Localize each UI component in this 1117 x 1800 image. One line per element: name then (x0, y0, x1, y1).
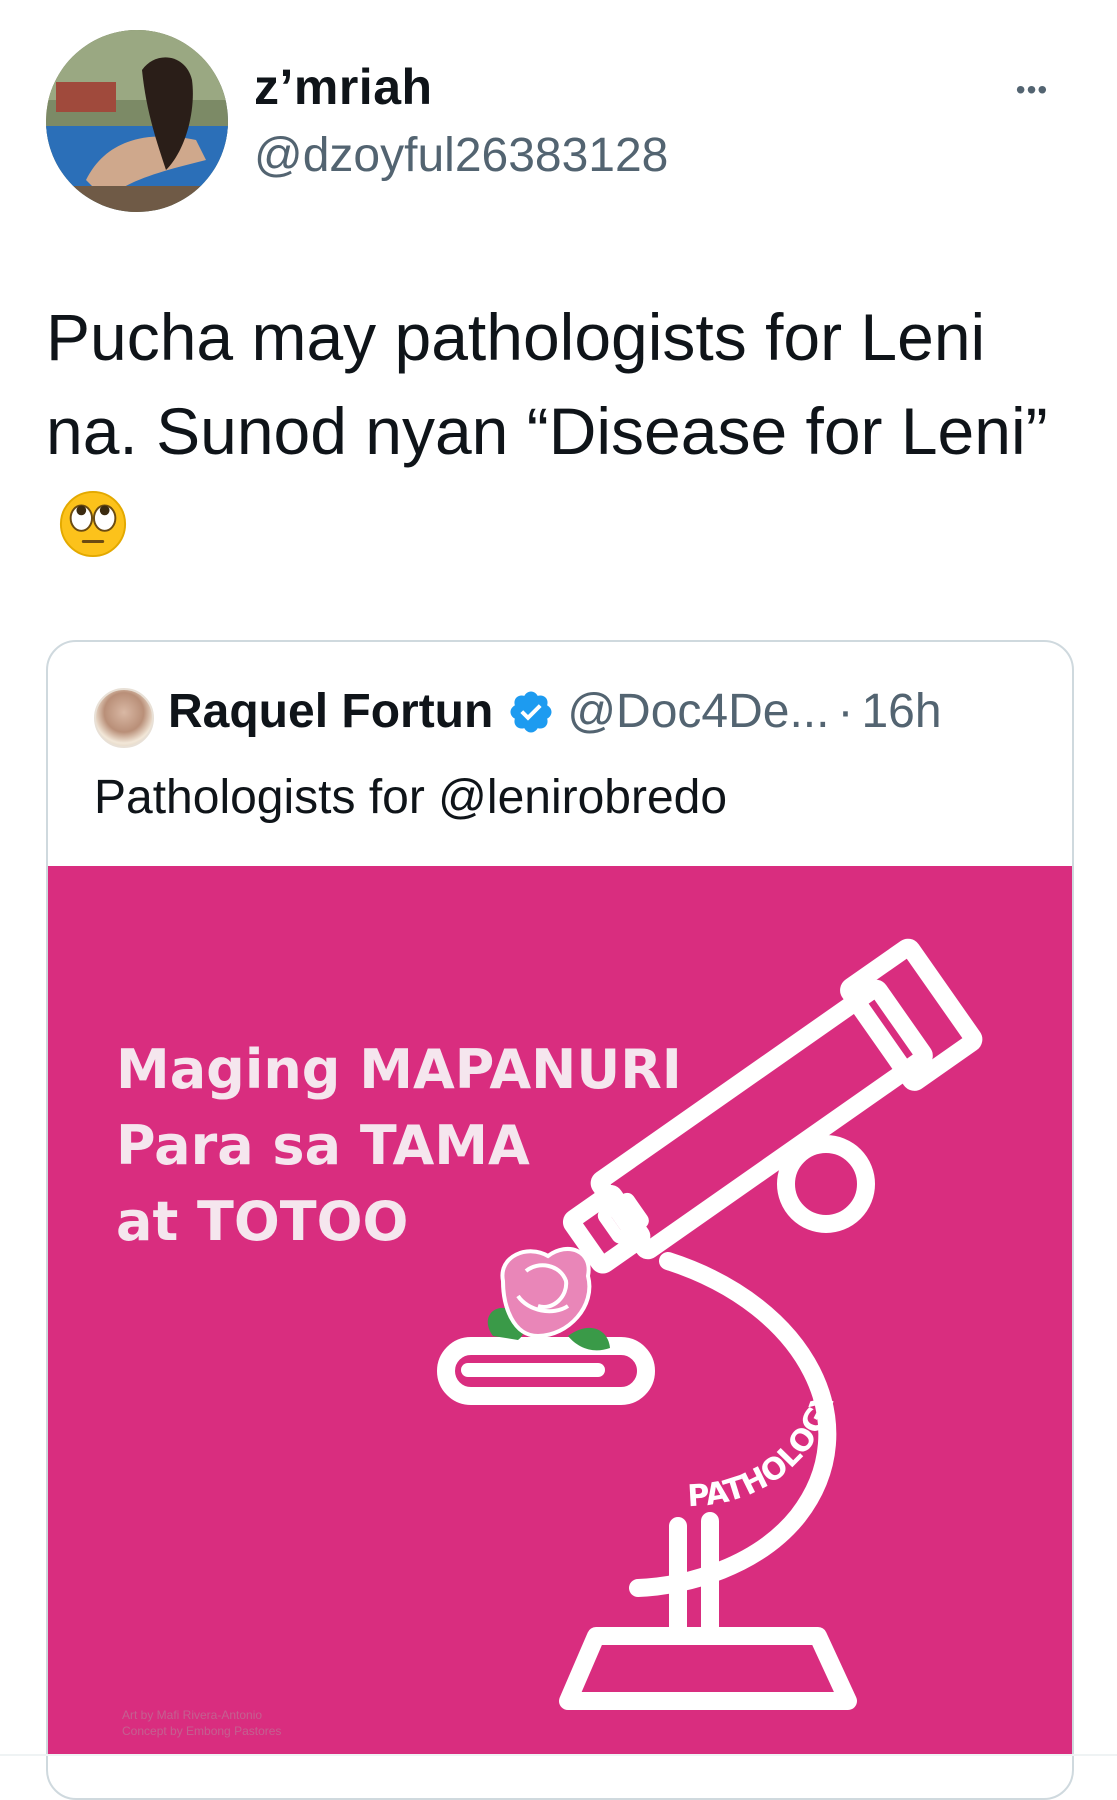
rolling-eyes-emoji-icon (59, 490, 127, 557)
bottom-divider (0, 1754, 1117, 1756)
author-avatar[interactable] (46, 30, 228, 212)
author-display-name[interactable]: z’mriah (254, 58, 433, 116)
author-handle[interactable]: @dzoyful26383128 (254, 128, 668, 183)
quoted-tweet-card[interactable]: Raquel Fortun @Doc4De... · 16h Pathologi… (46, 640, 1074, 1800)
quoted-author-handle[interactable]: @Doc4De... (567, 684, 829, 739)
quoted-author-name[interactable]: Raquel Fortun (168, 684, 493, 739)
tweet-text-content: Pucha may pathologists for Leni na. Suno… (46, 300, 1048, 468)
quoted-author-avatar[interactable] (94, 688, 154, 748)
quoted-tweet-time[interactable]: 16h (861, 684, 941, 739)
quoted-tweet-text: Pathologists for @lenirobredo (94, 771, 728, 824)
more-options-icon[interactable]: ••• (1004, 70, 1060, 110)
tweet-text: Pucha may pathologists for Leni na. Suno… (46, 290, 1086, 572)
quoted-tweet-header: Raquel Fortun @Doc4De... · 16h (168, 684, 942, 739)
quoted-tweet-image[interactable]: Maging MAPANURI Para sa TAMA at TOTOO PA… (48, 866, 1072, 1756)
microscope-illustration: PATHOLOGY (437, 938, 983, 1710)
verified-badge-icon (510, 691, 552, 732)
header-separator: · (837, 685, 854, 738)
poster-credit-concept: Concept by Embong Pastores (122, 1724, 282, 1738)
poster-credit-art: Art by Mafi Rivera-Antonio (122, 1708, 263, 1722)
